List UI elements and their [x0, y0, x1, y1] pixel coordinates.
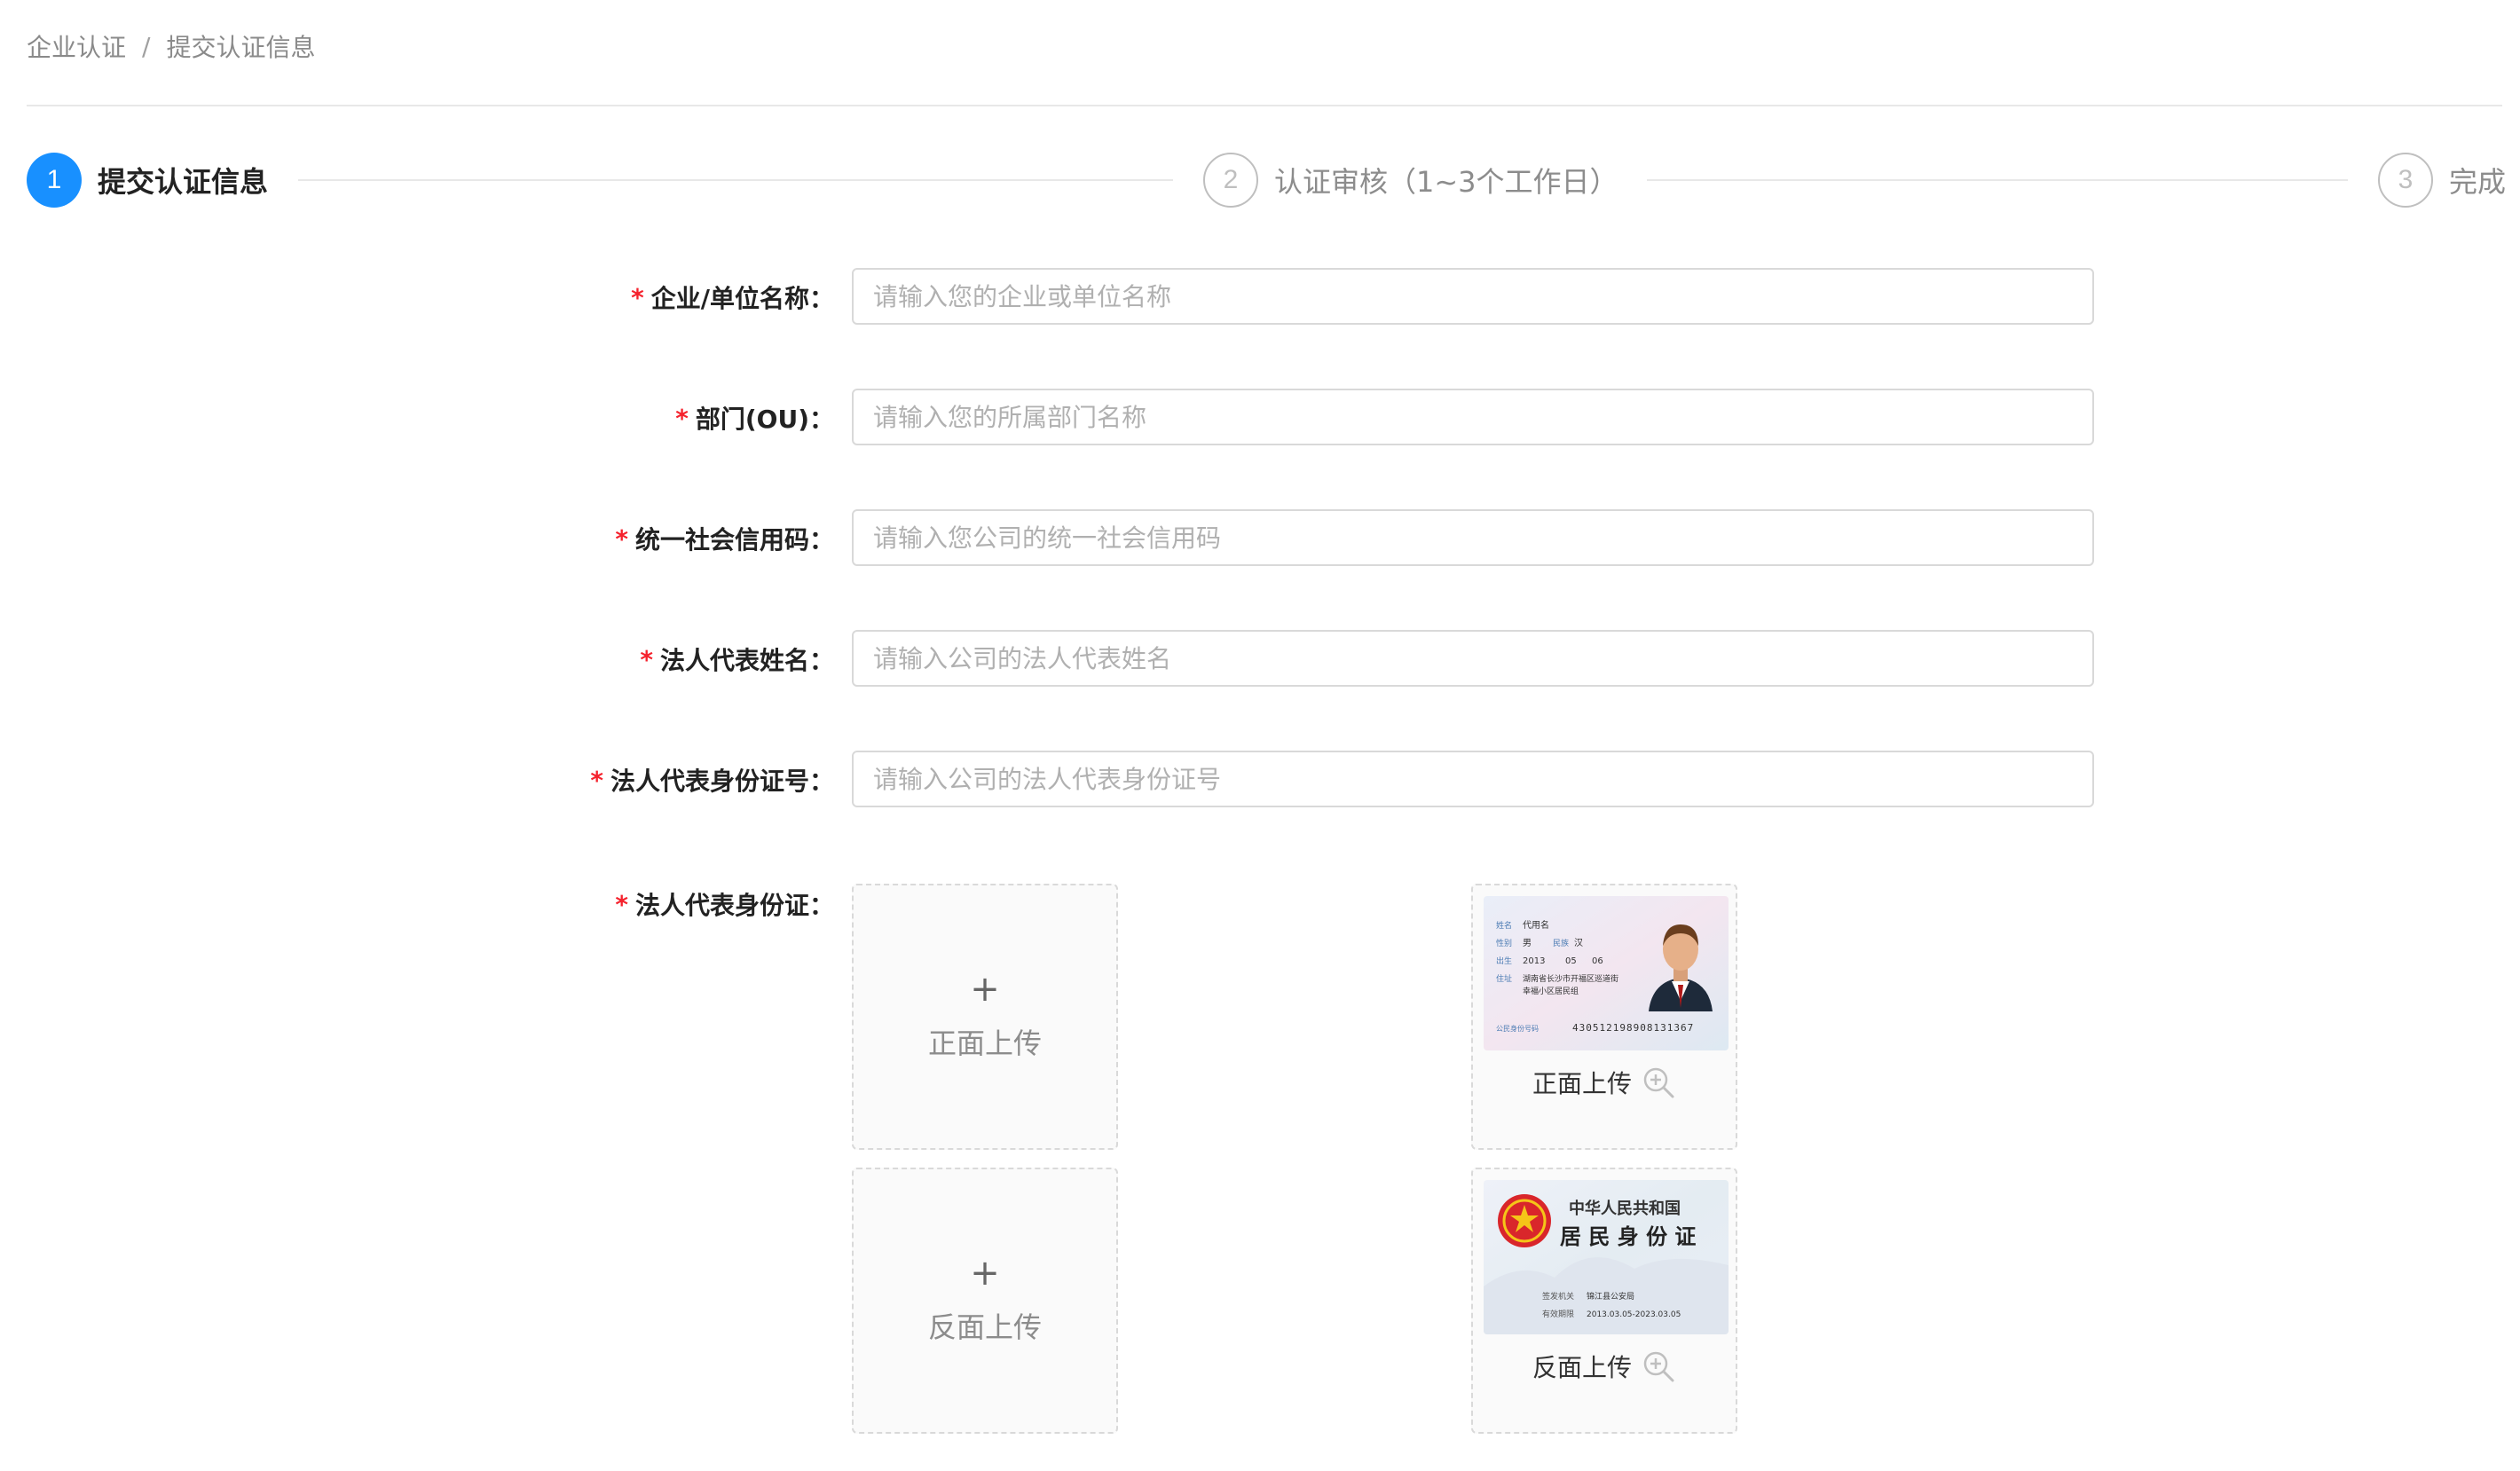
company-name-label: * 企业/单位名称： [631, 268, 834, 326]
step-2-label: 认证审核（1~3个工作日） [1274, 165, 1618, 199]
id-back-sample-caption-text: 反面上传 [1532, 1353, 1632, 1382]
form-row-department: * 部门(OU)： [0, 389, 2130, 447]
svg-text:幸福小区居民组: 幸福小区居民组 [1523, 986, 1579, 996]
required-mark: * [590, 765, 603, 795]
step-1-label: 提交认证信息 [98, 165, 269, 199]
step-3-indicator: 3 [2378, 153, 2433, 208]
company-name-label-text: 企业/单位名称： [650, 284, 834, 313]
svg-text:公民身份号码: 公民身份号码 [1496, 1024, 1539, 1033]
required-mark: * [640, 644, 653, 674]
svg-text:姓名: 姓名 [1496, 920, 1512, 931]
svg-text:有效期限: 有效期限 [1542, 1309, 1574, 1319]
svg-text:05: 05 [1565, 956, 1577, 966]
svg-text:男: 男 [1523, 938, 1532, 948]
svg-text:430512198908131367: 430512198908131367 [1572, 1022, 1694, 1034]
id-back-sample-image: 中华人民共和国 居 民 身 份 证 签发机关 锦江县公安局 有效期限 2013.… [1484, 1180, 1729, 1334]
zoom-in-icon[interactable] [1641, 1065, 1676, 1100]
id-front-sample-caption: 正面上传 [1473, 1065, 1736, 1100]
credit-code-input[interactable] [852, 509, 2094, 566]
zoom-in-icon[interactable] [1641, 1349, 1676, 1384]
required-mark: * [675, 403, 689, 433]
national-emblem-icon [1498, 1194, 1551, 1247]
legal-rep-id-number-input[interactable] [852, 751, 2094, 807]
step-2: 2 认证审核（1~3个工作日） [1203, 151, 1618, 209]
id-front-sample-image: 姓名 代用名 性别 男 民族 汉 出生 2013 05 06 住址 湖南省长沙市… [1484, 896, 1729, 1050]
step-connector-1 [298, 179, 1173, 181]
svg-text:签发机关: 签发机关 [1542, 1291, 1574, 1302]
id-front-sample: 姓名 代用名 性别 男 民族 汉 出生 2013 05 06 住址 湖南省长沙市… [1471, 884, 1737, 1150]
required-mark: * [631, 282, 644, 312]
svg-text:汉: 汉 [1574, 938, 1583, 948]
breadcrumb-item-enterprise-cert[interactable]: 企业认证 [27, 28, 126, 64]
header-divider [27, 105, 2502, 106]
svg-text:性别: 性别 [1496, 938, 1512, 948]
svg-text:出生: 出生 [1496, 956, 1512, 966]
id-back-sample: 中华人民共和国 居 民 身 份 证 签发机关 锦江县公安局 有效期限 2013.… [1471, 1168, 1737, 1434]
breadcrumb-item-current: 提交认证信息 [166, 33, 316, 62]
step-3: 3 完成 [2378, 151, 2506, 209]
breadcrumb: 企业认证 / 提交认证信息 [27, 27, 315, 66]
company-name-input[interactable] [852, 268, 2094, 325]
breadcrumb-separator: / [142, 31, 151, 61]
step-2-indicator: 2 [1203, 153, 1258, 208]
legal-rep-name-label: * 法人代表姓名： [640, 630, 834, 688]
id-back-upload-label: 反面上传 [927, 1310, 1042, 1344]
form-row-credit-code: * 统一社会信用码： [0, 509, 2130, 568]
required-mark: * [615, 523, 628, 554]
department-label: * 部门(OU)： [675, 389, 834, 447]
id-front-upload[interactable]: + 正面上传 [852, 884, 1118, 1150]
svg-text:湖南省长沙市开福区巡道街: 湖南省长沙市开福区巡道街 [1523, 973, 1618, 984]
id-card-label: * 法人代表身份证： [615, 875, 834, 933]
svg-text:民族: 民族 [1553, 938, 1569, 948]
id-card-label-text: 法人代表身份证： [634, 891, 834, 920]
form-row-legal-rep-name: * 法人代表姓名： [0, 630, 2130, 688]
step-1-indicator: 1 [27, 153, 82, 208]
department-label-text: 部门(OU)： [695, 405, 834, 434]
id-front-upload-label: 正面上传 [927, 1027, 1042, 1060]
required-mark: * [615, 889, 628, 919]
plus-icon: + [970, 1253, 1000, 1294]
step-1: 1 提交认证信息 [27, 151, 268, 209]
id-back-sample-caption: 反面上传 [1473, 1349, 1736, 1384]
form-row-legal-rep-id-number: * 法人代表身份证号： [0, 751, 2130, 809]
legal-rep-id-number-label: * 法人代表身份证号： [590, 751, 834, 809]
form-row-company-name: * 企业/单位名称： [0, 268, 2130, 326]
credit-code-label-text: 统一社会信用码： [634, 525, 834, 555]
svg-text:住址: 住址 [1496, 973, 1512, 984]
step-connector-2 [1647, 179, 2348, 181]
svg-text:代用名: 代用名 [1523, 919, 1549, 931]
svg-text:锦江县公安局: 锦江县公安局 [1587, 1291, 1634, 1302]
plus-icon: + [970, 969, 1000, 1010]
svg-text:居 民 身 份 证: 居 民 身 份 证 [1560, 1223, 1696, 1249]
svg-text:中华人民共和国: 中华人民共和国 [1569, 1199, 1681, 1218]
credit-code-label: * 统一社会信用码： [615, 509, 834, 568]
legal-rep-name-input[interactable] [852, 630, 2094, 687]
legal-rep-name-label-text: 法人代表姓名： [659, 646, 834, 675]
step-3-label: 完成 [2449, 165, 2507, 199]
department-input[interactable] [852, 389, 2094, 445]
svg-text:2013.03.05-2023.03.05: 2013.03.05-2023.03.05 [1587, 1310, 1681, 1319]
id-back-upload[interactable]: + 反面上传 [852, 1168, 1118, 1434]
legal-rep-id-number-label-text: 法人代表身份证号： [610, 767, 834, 796]
svg-text:2013: 2013 [1523, 956, 1545, 966]
id-front-sample-caption-text: 正面上传 [1532, 1069, 1632, 1098]
svg-text:06: 06 [1592, 956, 1603, 966]
